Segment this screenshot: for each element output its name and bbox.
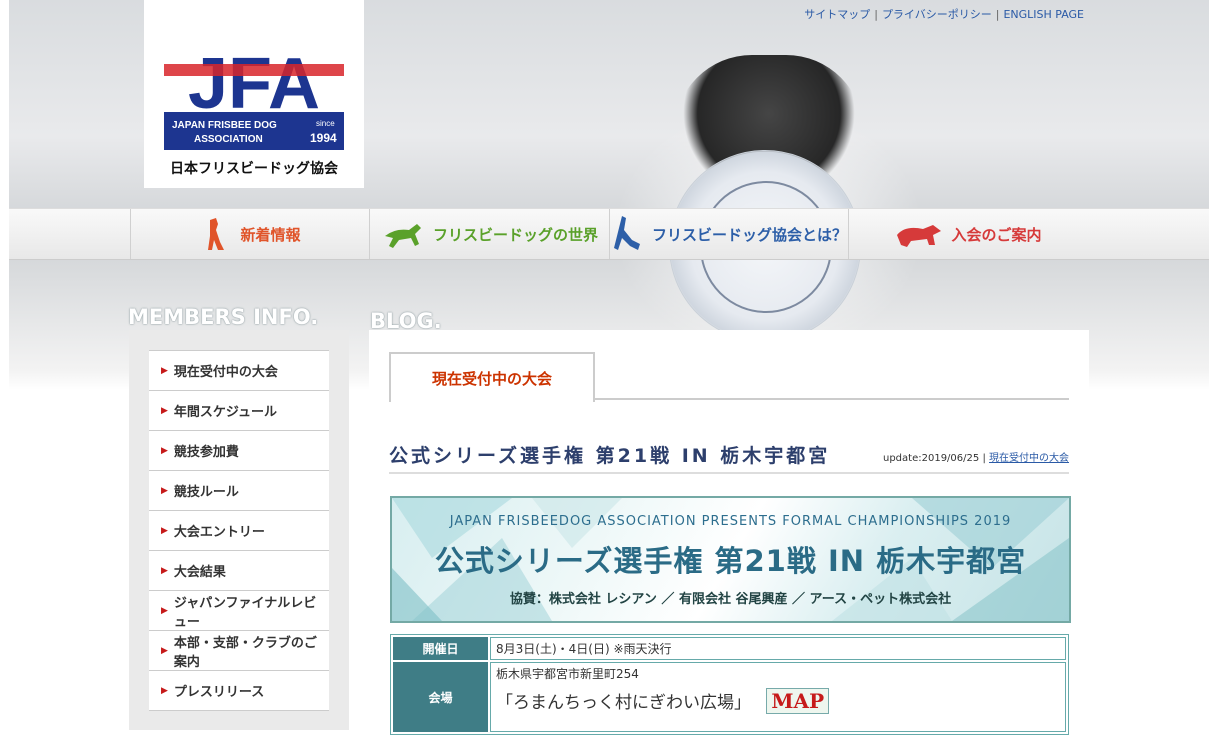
arrow-icon: ▶: [161, 445, 168, 456]
jumping-dog-icon: [613, 216, 640, 250]
english-page-link[interactable]: ENGLISH PAGE: [1003, 8, 1084, 21]
sidebar-item[interactable]: ▶ 現在受付中の大会: [149, 351, 329, 391]
nav-frisbee-dog-world[interactable]: フリスビードッグの世界: [369, 209, 609, 259]
arrow-icon: ▶: [161, 525, 168, 536]
sidebar-item-label: 競技ルール: [173, 485, 239, 500]
tab-current-tournaments[interactable]: 現在受付中の大会: [389, 352, 595, 402]
sidebar-item-label: プレスリリース: [173, 685, 265, 700]
nav-world-label: フリスビードッグの世界: [432, 225, 598, 244]
standing-dog-icon: [208, 218, 225, 250]
nav-about[interactable]: フリスビードッグ協会とは？: [609, 209, 849, 259]
nav-news[interactable]: 新着情報: [130, 209, 370, 259]
arrow-icon: ▶: [161, 645, 168, 656]
lying-dog-icon: [897, 225, 942, 247]
separator: |: [995, 8, 1000, 21]
main-nav: 新着情報 フリスビードッグの世界 フリスビードッグ協会とは？ 入会のご案内: [9, 208, 1209, 260]
logo-block[interactable]: JFA JAPAN FRISBEE DOG ASSOCIATION since …: [144, 0, 364, 188]
venue-cell: 栃木県宇都宮市新里町254 「ろまんちっく村にぎわい広場」 MAP: [490, 662, 1066, 732]
arrow-icon: ▶: [161, 405, 168, 416]
nav-news-label: 新着情報: [240, 225, 301, 244]
post-title: 公式シリーズ選手権 第21戦 IN 栃木宇都宮: [389, 445, 831, 467]
sitemap-link[interactable]: サイトマップ: [804, 8, 870, 21]
table-row: 開催日 8月3日(土)・4日(日) ※雨天決行: [393, 637, 1066, 660]
sidebar-item-label: 年間スケジュール: [173, 405, 278, 420]
top-links: サイトマップ | プライバシーポリシー | ENGLISH PAGE: [804, 6, 1084, 22]
post-update-date: update:2019/06/25: [883, 453, 980, 464]
venue-name: 「ろまんちっく村にぎわい広場」: [496, 693, 751, 713]
nav-membership-label: 入会のご案内: [951, 225, 1042, 244]
sidebar-item[interactable]: ▶ 大会エントリー: [149, 511, 329, 551]
venue-name-row: 「ろまんちっく村にぎわい広場」 MAP: [496, 688, 1060, 714]
privacy-policy-link[interactable]: プライバシーポリシー: [882, 8, 992, 21]
sidebar-menu: ▶ 現在受付中の大会 ▶ 年間スケジュール ▶ 競技参加費 ▶ 競技ルール ▶ 大会エント…: [149, 350, 329, 711]
date-value: 8月3日(土)・4日(日) ※雨天決行: [490, 637, 1066, 660]
post-category-link[interactable]: 現在受付中の大会: [989, 453, 1069, 464]
sidebar-item[interactable]: ▶ 本部・支部・クラブのご案内: [149, 631, 329, 671]
arrow-icon: ▶: [161, 485, 168, 496]
date-header: 開催日: [393, 637, 488, 660]
sidebar-item[interactable]: ▶ 競技ルール: [149, 471, 329, 511]
sidebar-item[interactable]: ▶ 年間スケジュール: [149, 391, 329, 431]
arrow-icon: ▶: [161, 605, 168, 616]
logo-since: since: [316, 119, 335, 128]
sidebar-item[interactable]: ▶ 競技参加費: [149, 431, 329, 471]
sidebar-item-label: 現在受付中の大会: [173, 365, 278, 380]
event-info-table: 開催日 8月3日(土)・4日(日) ※雨天決行 会場 栃木県宇都宮市新里町254…: [390, 634, 1069, 735]
separator: |: [874, 8, 878, 21]
jfa-logo[interactable]: JFA JAPAN FRISBEE DOG ASSOCIATION since …: [164, 38, 344, 150]
arrow-icon: ▶: [161, 565, 168, 576]
sidebar-item-label: ジャパンファイナルレビュー: [173, 595, 317, 630]
venue-address: 栃木県宇都宮市新里町254: [496, 667, 639, 681]
banner-title: 公式シリーズ選手権 第21戦 IN 栃木宇都宮: [434, 544, 1027, 578]
banner-sponsors: 協賛：株式会社 レシアン ／ 有限会社 谷尾興産 ／ アース・ペット株式会社: [509, 592, 952, 607]
table-row: 会場 栃木県宇都宮市新里町254 「ろまんちっく村にぎわい広場」 MAP: [393, 662, 1066, 732]
venue-header: 会場: [393, 662, 488, 732]
sidebar-item[interactable]: ▶ ジャパンファイナルレビュー: [149, 591, 329, 631]
nav-membership[interactable]: 入会のご案内: [848, 209, 1088, 259]
map-button[interactable]: MAP: [766, 688, 830, 714]
arrow-icon: ▶: [161, 685, 168, 696]
logo-line2: ASSOCIATION: [194, 134, 263, 145]
running-dog-icon: [384, 224, 421, 248]
sidebar-item-label: 本部・支部・クラブのご案内: [173, 635, 317, 670]
logo-line1: JAPAN FRISBEE DOG: [172, 120, 277, 131]
sidebar-item[interactable]: ▶ プレスリリース: [149, 671, 329, 711]
sidebar-item-label: 競技参加費: [173, 445, 239, 460]
post-meta: update:2019/06/25 | 現在受付中の大会: [883, 449, 1069, 464]
sidebar-item-label: 大会エントリー: [173, 525, 265, 540]
sidebar-item[interactable]: ▶ 大会結果: [149, 551, 329, 591]
members-info-heading: MEMBERS INFO.: [128, 305, 319, 329]
sidebar-item-label: 大会結果: [173, 565, 226, 580]
nav-about-label: フリスビードッグ協会とは？: [651, 225, 847, 244]
logo-japanese-name: 日本フリスビードッグ協会: [170, 161, 338, 177]
logo-year: 1994: [310, 131, 337, 145]
banner-line1: JAPAN FRISBEEDOG ASSOCIATION PRESENTS FO…: [449, 514, 1012, 529]
event-banner: JAPAN FRISBEEDOG ASSOCIATION PRESENTS FO…: [390, 496, 1071, 623]
arrow-icon: ▶: [161, 365, 168, 376]
title-divider: [389, 472, 1069, 474]
